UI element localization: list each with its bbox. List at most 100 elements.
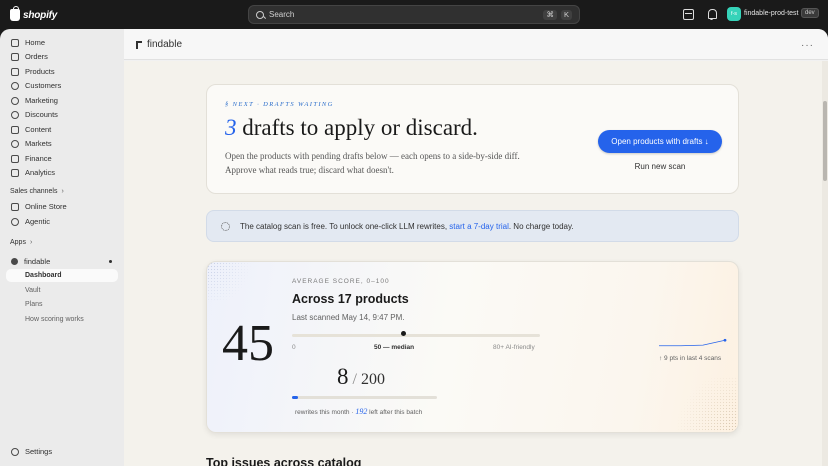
chevron-right-icon: › bbox=[61, 188, 64, 195]
sidebar-item-label: Customers bbox=[25, 81, 62, 90]
sidebar-item-label: Marketing bbox=[25, 96, 58, 105]
section-label: Apps bbox=[10, 239, 26, 246]
average-score-card: 45 AVERAGE SCORE, 0–100 Across 17 produc… bbox=[206, 261, 739, 433]
app-page-how-scoring-works[interactable]: How scoring works bbox=[6, 313, 118, 326]
bank-icon bbox=[11, 154, 19, 163]
decorative-dots bbox=[207, 262, 257, 302]
banner-text: The catalog scan is free. To unlock one-… bbox=[240, 222, 574, 231]
average-score-value: 45 bbox=[222, 315, 274, 372]
orders-icon bbox=[11, 52, 19, 61]
decorative-dots bbox=[668, 377, 738, 432]
search-placeholder: Search bbox=[269, 10, 295, 19]
sidebar-item-online-store[interactable]: Online Store bbox=[6, 200, 118, 213]
scrollbar[interactable] bbox=[822, 61, 828, 466]
command-key: ⌘ bbox=[543, 9, 557, 20]
target-icon bbox=[11, 96, 19, 105]
storefront-icon[interactable] bbox=[683, 9, 694, 20]
banner-text-after: . No charge today. bbox=[508, 221, 574, 231]
store-avatar[interactable]: f-s bbox=[727, 7, 741, 21]
draft-count: 3 bbox=[225, 115, 237, 140]
sidebar-item-findable[interactable]: findable bbox=[6, 255, 118, 268]
bell-icon[interactable] bbox=[706, 9, 717, 20]
tag-icon bbox=[11, 67, 19, 76]
sidebar-item-home[interactable]: Home bbox=[6, 36, 118, 49]
sales-channels-header[interactable]: Sales channels › bbox=[10, 188, 64, 195]
spinner-icon bbox=[221, 221, 230, 231]
person-icon bbox=[11, 81, 19, 90]
sidebar-item-label: Discounts bbox=[25, 110, 58, 119]
app-page-plans[interactable]: Plans bbox=[6, 298, 118, 311]
app-page-dashboard[interactable]: Dashboard bbox=[6, 269, 118, 282]
app-header: findable ··· bbox=[124, 29, 828, 60]
sidebar-item-label: Markets bbox=[25, 139, 52, 148]
shopify-bag-icon bbox=[10, 6, 20, 21]
sparkline-line bbox=[659, 339, 726, 347]
sidebar-item-customers[interactable]: Customers bbox=[6, 79, 118, 92]
score-scale-track bbox=[292, 334, 540, 337]
start-trial-link[interactable]: start a 7-day trial bbox=[449, 222, 509, 231]
open-drafts-button[interactable]: Open products with drafts ↓ bbox=[598, 130, 722, 153]
hero-eyebrow: § NEXT · DRAFTS WAITING bbox=[225, 101, 334, 108]
score-title: Across 17 products bbox=[292, 292, 409, 306]
sidebar-item-label: Content bbox=[25, 125, 52, 134]
sidebar-item-products[interactable]: Products bbox=[6, 65, 118, 78]
sidebar-item-orders[interactable]: Orders bbox=[6, 50, 118, 63]
hero-title-text: drafts to apply or discard. bbox=[236, 115, 478, 140]
run-new-scan-button[interactable]: Run new scan bbox=[598, 162, 722, 171]
scale-min-label: 0 bbox=[292, 344, 296, 351]
quota-text: rewrites this month · 192 left after thi… bbox=[295, 407, 422, 416]
more-actions-icon[interactable]: ··· bbox=[801, 40, 814, 51]
app-page-vault[interactable]: Vault bbox=[6, 284, 118, 297]
store-icon bbox=[11, 202, 19, 211]
sidebar: Home Orders Products Customers Marketing… bbox=[0, 29, 124, 466]
app-title: findable bbox=[147, 39, 183, 50]
discount-icon bbox=[11, 110, 19, 119]
score-eyebrow: AVERAGE SCORE, 0–100 bbox=[292, 278, 390, 285]
sidebar-item-analytics[interactable]: Analytics bbox=[6, 166, 118, 179]
scale-median-label: 50 — median bbox=[374, 344, 415, 351]
quota-text-before: rewrites this month · bbox=[295, 409, 356, 416]
brand-name: shopify bbox=[23, 9, 58, 21]
rewrites-ratio: 8/200 bbox=[337, 364, 385, 390]
top-issues-heading: Top issues across catalog bbox=[206, 456, 362, 466]
apps-header[interactable]: Apps › bbox=[10, 239, 32, 246]
ratio-separator: / bbox=[352, 371, 357, 388]
hero-description: Open the products with pending drafts be… bbox=[225, 151, 520, 175]
app-pin-icon bbox=[109, 260, 112, 263]
section-label: Sales channels bbox=[10, 188, 58, 195]
last-scanned: Last scanned May 14, 9:47 PM. bbox=[292, 313, 405, 322]
sidebar-item-markets[interactable]: Markets bbox=[6, 137, 118, 150]
top-bar: shopify Search ⌘ K f-s findable-prod-tes… bbox=[0, 0, 828, 29]
sidebar-item-marketing[interactable]: Marketing bbox=[6, 94, 118, 107]
sidebar-item-agentic[interactable]: Agentic bbox=[6, 215, 118, 228]
rewrites-quota-bar bbox=[292, 396, 437, 399]
sidebar-item-discounts[interactable]: Discounts bbox=[6, 108, 118, 121]
shopify-logo[interactable]: shopify bbox=[10, 6, 58, 22]
home-icon bbox=[11, 38, 19, 47]
sidebar-item-label: Finance bbox=[25, 154, 52, 163]
search-bar[interactable]: Search ⌘ K bbox=[248, 5, 580, 24]
findable-app-icon bbox=[11, 258, 18, 265]
score-trend-sparkline bbox=[659, 338, 727, 347]
rewrites-used: 8 bbox=[337, 364, 349, 389]
store-name[interactable]: findable-prod-test bbox=[744, 10, 798, 17]
search-icon bbox=[256, 10, 264, 19]
banner-text-before: The catalog scan is free. To unlock one-… bbox=[240, 221, 450, 231]
sidebar-item-content[interactable]: Content bbox=[6, 123, 118, 136]
scroll-thumb[interactable] bbox=[823, 101, 827, 181]
chevron-right-icon: › bbox=[29, 239, 33, 246]
sidebar-item-finance[interactable]: Finance bbox=[6, 152, 118, 165]
globe-icon bbox=[11, 139, 19, 148]
trial-banner: The catalog scan is free. To unlock one-… bbox=[206, 210, 739, 242]
gear-icon bbox=[11, 447, 19, 456]
sidebar-item-label: Home bbox=[25, 38, 46, 47]
scale-max-label: 80+ AI-friendly bbox=[493, 344, 535, 351]
sidebar-item-label: Online Store bbox=[25, 202, 67, 211]
drafts-hero-card: § NEXT · DRAFTS WAITING 3 drafts to appl… bbox=[206, 84, 739, 194]
sparkline-latest-point bbox=[723, 338, 727, 342]
dev-badge: dev bbox=[801, 8, 819, 18]
findable-app-icon bbox=[136, 41, 142, 49]
sidebar-item-label: Agentic bbox=[25, 217, 51, 226]
sidebar-item-settings[interactable]: Settings bbox=[6, 445, 118, 458]
trend-note: ↑ 9 pts in last 4 scans bbox=[659, 355, 722, 362]
